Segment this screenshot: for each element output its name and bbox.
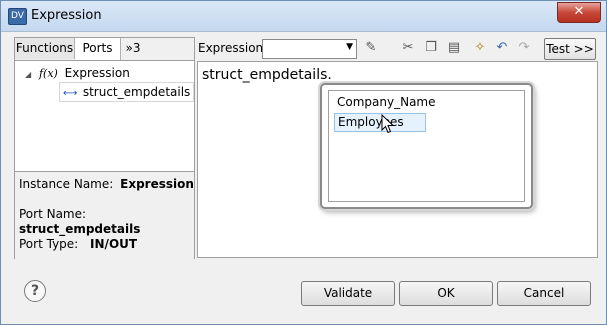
undo-icon[interactable]: ↶: [493, 39, 511, 57]
autocomplete-item-employees[interactable]: Employees: [334, 113, 426, 132]
port-type-value: IN/OUT: [90, 237, 138, 251]
format-icon[interactable]: ✧: [471, 39, 489, 57]
tree-item-struct-empdetails[interactable]: ⟷ struct_empdetails: [59, 82, 195, 102]
expression-text: struct_empdetails.: [202, 67, 332, 83]
collapse-toggle-icon[interactable]: ◢: [25, 70, 31, 79]
expression-select[interactable]: ▼: [262, 39, 357, 59]
cancel-button[interactable]: Cancel: [497, 281, 591, 306]
port-type-label: Port Type:: [19, 237, 79, 251]
left-panel: Functions Ports »3 ◢ f(x) Expression ⟷ s…: [14, 37, 195, 259]
tab-bar: Functions Ports »3: [15, 38, 194, 61]
tree-item-expression[interactable]: ◢ f(x) Expression: [25, 64, 130, 82]
validate-button[interactable]: Validate: [301, 281, 395, 306]
tab-overflow[interactable]: »3: [121, 38, 145, 59]
autocomplete-item-company-name[interactable]: Company_Name: [334, 94, 439, 111]
window-title: Expression: [31, 8, 102, 23]
cut-icon[interactable]: ✂: [399, 39, 417, 57]
tab-functions[interactable]: Functions: [15, 38, 75, 59]
paste-icon[interactable]: ▤: [445, 39, 463, 57]
function-icon: f(x): [38, 67, 58, 80]
port-name-value: struct_empdetails: [19, 222, 141, 236]
instance-name-label: Instance Name:: [19, 177, 114, 191]
pin-icon[interactable]: ✎: [362, 39, 380, 57]
close-button[interactable]: ✕: [557, 2, 601, 23]
port-name-label: Port Name:: [19, 207, 87, 221]
autocomplete-popup: Company_Name Employees: [320, 83, 533, 209]
redo-icon[interactable]: ↷: [515, 39, 533, 57]
title-bar: DV Expression ✕: [1, 1, 606, 32]
inout-port-icon: ⟷: [63, 88, 78, 99]
expression-dialog: DV Expression ✕ Functions Ports »3 ◢ f(x…: [0, 0, 607, 325]
chevron-down-icon: ▼: [346, 42, 353, 52]
ok-button[interactable]: OK: [399, 281, 493, 306]
test-button[interactable]: Test >>: [544, 38, 596, 60]
expression-label: Expression:: [198, 41, 268, 55]
mouse-cursor-icon: [381, 114, 395, 134]
autocomplete-list: Company_Name Employees: [328, 90, 525, 202]
copy-icon[interactable]: ❐: [422, 39, 440, 57]
tree-item-label: Expression: [64, 66, 130, 80]
ports-tree: ◢ f(x) Expression ⟷ struct_empdetails: [15, 61, 195, 171]
help-icon[interactable]: ?: [24, 280, 46, 302]
app-icon: DV: [8, 8, 27, 25]
tree-item-label: struct_empdetails: [82, 85, 191, 99]
instance-name-value: Expression: [120, 177, 194, 191]
properties-panel: Instance Name: Expression Port Name: str…: [15, 171, 194, 259]
tab-ports[interactable]: Ports: [75, 38, 121, 60]
